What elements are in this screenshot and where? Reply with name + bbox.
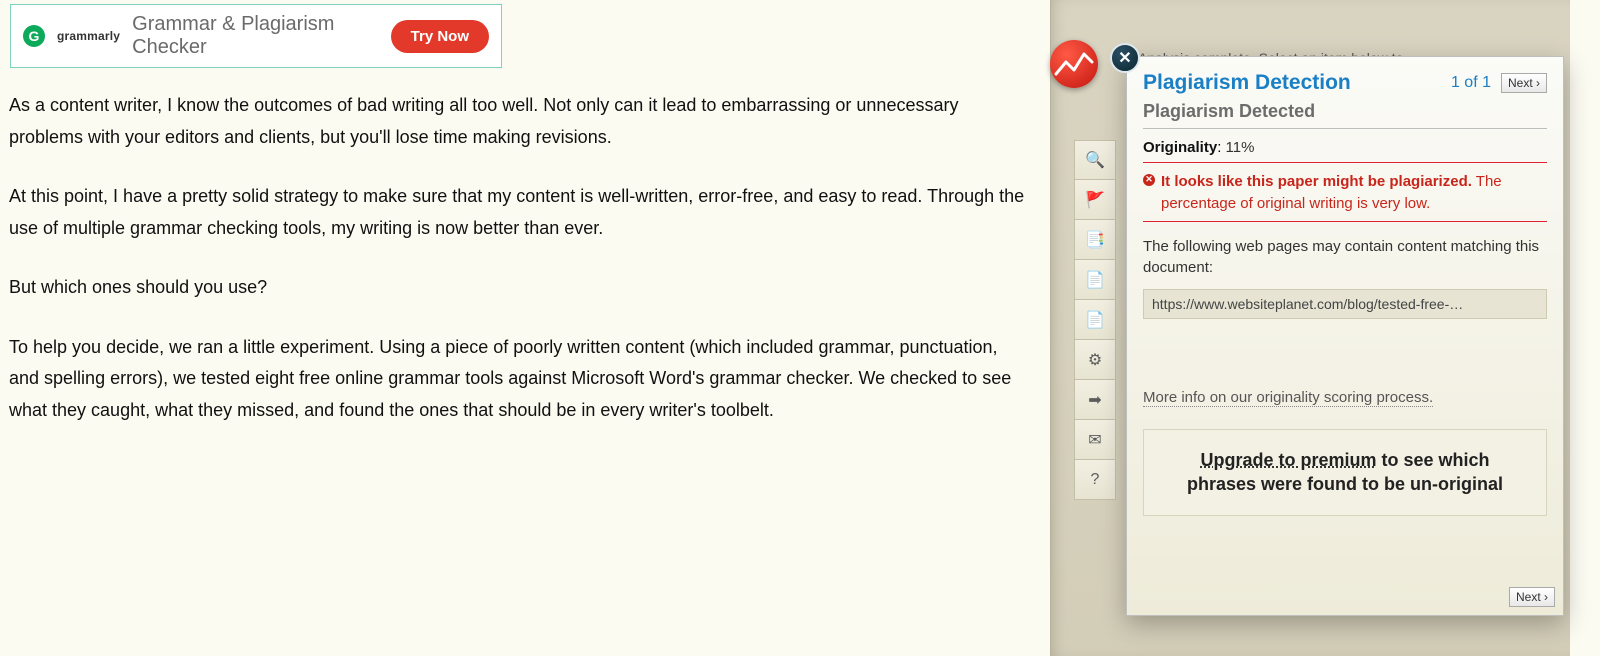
error-icon: ✕ bbox=[1143, 174, 1155, 186]
rail-search-icon[interactable]: 🔍 bbox=[1074, 140, 1116, 180]
plagiarism-warning: ✕ It looks like this paper might be plag… bbox=[1143, 171, 1547, 215]
matching-pages-label: The following web pages may contain cont… bbox=[1143, 236, 1547, 280]
close-button[interactable]: ✕ bbox=[1110, 43, 1140, 73]
try-now-button[interactable]: Try Now bbox=[391, 20, 489, 53]
popup-subtitle: Plagiarism Detected bbox=[1143, 101, 1547, 122]
more-info-link[interactable]: More info on our originality scoring pro… bbox=[1143, 389, 1433, 407]
article-body: As a content writer, I know the outcomes… bbox=[9, 90, 1029, 454]
matching-url-link[interactable]: https://www.websiteplanet.com/blog/teste… bbox=[1143, 289, 1547, 319]
rail-page2-icon[interactable]: 📄 bbox=[1074, 300, 1116, 340]
next-button-bottom[interactable]: Next › bbox=[1509, 587, 1555, 607]
result-counter: 1 of 1 bbox=[1451, 74, 1491, 92]
popup-title: Plagiarism Detection bbox=[1143, 71, 1351, 95]
rail-doc-icon[interactable]: 📑 bbox=[1074, 220, 1116, 260]
ad-banner[interactable]: G grammarly Grammar & Plagiarism Checker… bbox=[10, 4, 502, 68]
next-button-top[interactable]: Next › bbox=[1501, 73, 1547, 93]
originality-label: Originality bbox=[1143, 139, 1217, 156]
article-paragraph: But which ones should you use? bbox=[9, 272, 1029, 304]
rail-flag-icon[interactable]: 🚩 bbox=[1074, 180, 1116, 220]
article-paragraph: As a content writer, I know the outcomes… bbox=[9, 90, 1029, 153]
warning-rule bbox=[1143, 221, 1547, 222]
article-paragraph: To help you decide, we ran a little expe… bbox=[9, 332, 1029, 427]
warning-bold: It looks like this paper might be plagia… bbox=[1161, 173, 1472, 190]
close-icon: ✕ bbox=[1118, 48, 1131, 68]
grammarly-logo-icon: G bbox=[23, 25, 45, 47]
upgrade-link[interactable]: Upgrade to premium bbox=[1200, 450, 1376, 470]
divider bbox=[1143, 128, 1547, 129]
rail-arrow-icon[interactable]: ➡ bbox=[1074, 380, 1116, 420]
rail-page-icon[interactable]: 📄 bbox=[1074, 260, 1116, 300]
analysis-badge-icon bbox=[1050, 40, 1098, 88]
rail-help-icon[interactable]: ? bbox=[1074, 460, 1116, 500]
rail-gear-icon[interactable]: ⚙ bbox=[1074, 340, 1116, 380]
article-paragraph: At this point, I have a pretty solid str… bbox=[9, 181, 1029, 244]
tool-rail: 🔍 🚩 📑 📄 📄 ⚙ ➡ ✉ ? bbox=[1074, 140, 1116, 500]
upgrade-callout: Upgrade to premium to see which phrases … bbox=[1143, 429, 1547, 516]
plagiarism-popup: ✕ Plagiarism Detection 1 of 1 Next › Pla… bbox=[1126, 56, 1564, 616]
originality-value: 11% bbox=[1226, 139, 1255, 156]
ad-brand: grammarly bbox=[57, 29, 120, 43]
ad-title: Grammar & Plagiarism Checker bbox=[132, 13, 378, 59]
warning-rule bbox=[1143, 162, 1547, 163]
originality-row: Originality: 11% bbox=[1143, 139, 1547, 156]
rail-mail-icon[interactable]: ✉ bbox=[1074, 420, 1116, 460]
